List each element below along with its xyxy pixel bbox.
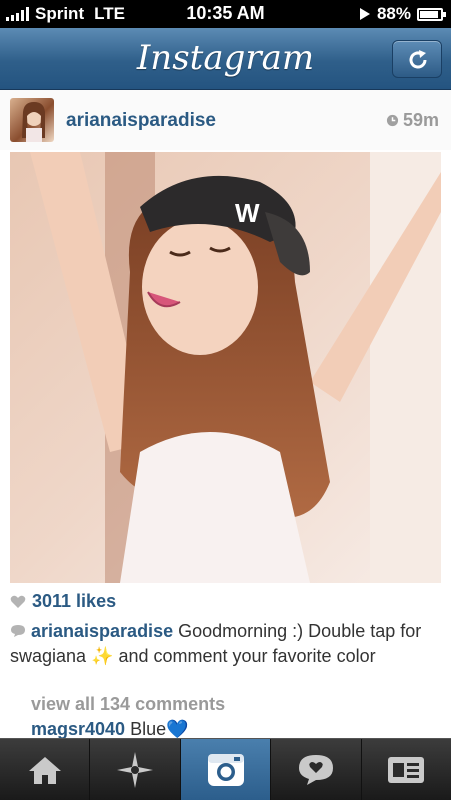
comment-bubble-icon bbox=[11, 625, 25, 637]
tab-profile[interactable] bbox=[362, 739, 451, 800]
view-all-comments-link[interactable]: view all 134 comments bbox=[31, 694, 225, 715]
camera-icon bbox=[207, 753, 244, 786]
post-timestamp: 59m bbox=[386, 110, 439, 131]
battery-icon bbox=[417, 7, 446, 21]
status-bar: Sprint LTE 10:35 AM 88% bbox=[0, 0, 451, 28]
status-right: 88% bbox=[359, 4, 446, 24]
svg-text:W: W bbox=[235, 198, 260, 228]
comment-username[interactable]: magsr4040 bbox=[31, 719, 125, 739]
post-photo[interactable]: W bbox=[10, 152, 441, 583]
tab-camera[interactable] bbox=[180, 739, 272, 800]
post-time-ago: 59m bbox=[402, 110, 439, 130]
post-username[interactable]: arianaisparadise bbox=[66, 110, 216, 132]
avatar[interactable] bbox=[10, 98, 54, 142]
tab-bar bbox=[0, 738, 451, 800]
explore-star-icon bbox=[117, 751, 154, 788]
news-speech-bubble-icon bbox=[298, 754, 333, 785]
tab-explore[interactable] bbox=[90, 739, 181, 800]
nav-bar: Instagram bbox=[0, 28, 451, 90]
heart-icon bbox=[10, 595, 26, 608]
refresh-icon bbox=[409, 50, 427, 69]
tab-news[interactable] bbox=[271, 739, 362, 800]
app-title: Instagram bbox=[136, 38, 315, 78]
comment-item: magsr4040 Blue💙 bbox=[31, 719, 189, 740]
caption: arianaisparadise Goodmorning :) Double t… bbox=[10, 619, 441, 669]
location-arrow-icon bbox=[359, 8, 370, 20]
tab-home[interactable] bbox=[0, 739, 91, 800]
caption-username[interactable]: arianaisparadise bbox=[31, 621, 173, 641]
home-icon bbox=[28, 756, 61, 784]
post-header: arianaisparadise 59m bbox=[0, 90, 451, 150]
comment-text: Blue💙 bbox=[130, 719, 189, 739]
clock-icon bbox=[386, 114, 399, 127]
likes-count[interactable]: 3011 likes bbox=[32, 591, 116, 612]
likes-row[interactable]: 3011 likes bbox=[10, 591, 116, 612]
profile-card-icon bbox=[388, 756, 425, 783]
refresh-button[interactable] bbox=[392, 40, 442, 78]
battery-percent: 88% bbox=[376, 4, 411, 23]
